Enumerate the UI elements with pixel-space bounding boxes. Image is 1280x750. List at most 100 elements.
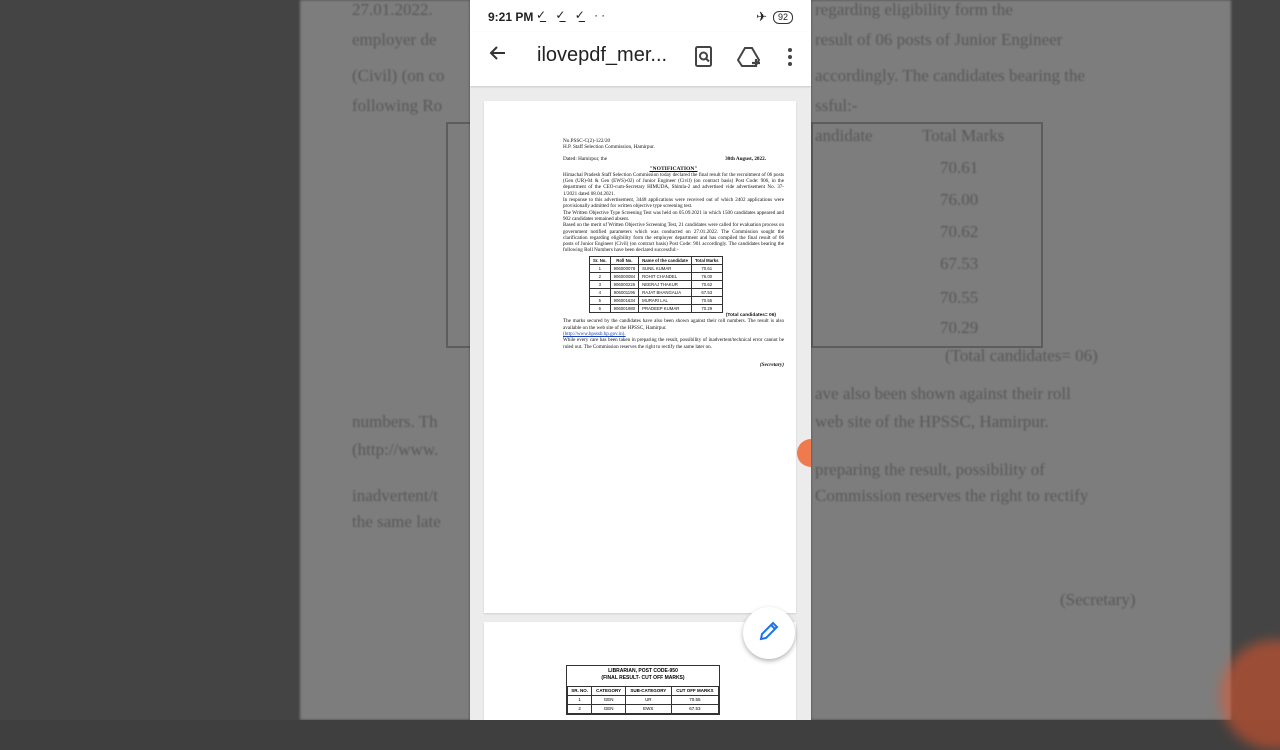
- background-text-line: following Ro: [352, 96, 443, 115]
- table-cell: UR: [624, 695, 672, 705]
- table-row: 1 906000078 SUNIL KUMAR 70.61: [589, 263, 723, 273]
- dated-value: 30th August, 2022.: [725, 155, 766, 162]
- table-cell: 6: [589, 304, 611, 314]
- table-cell: 906001634: [609, 296, 640, 306]
- background-text-line: regarding eligibility form the: [815, 0, 1013, 19]
- table-cell: 70.61: [690, 263, 723, 273]
- table-cell: 70.29: [690, 304, 723, 314]
- table-cell: 906001196: [609, 288, 640, 298]
- cutoff-title: LIBRARIAN, POST CODE-950: [608, 668, 678, 674]
- table-cell: 2: [566, 704, 593, 714]
- add-to-drive-icon[interactable]: [734, 42, 764, 72]
- battery-icon: 92: [772, 10, 793, 24]
- result-table: Sr. No. Roll No. Name of the candidate T…: [589, 255, 723, 314]
- table-header: Sr. No.: [589, 255, 611, 265]
- table-header: CUT OFF MARKS: [670, 686, 720, 696]
- table-header: SR. NO.: [566, 686, 593, 696]
- status-right: ✈ 92: [756, 9, 793, 25]
- background-text-line: result of 06 posts of Junior Engineer: [815, 30, 1063, 49]
- table-cell: 76.00: [690, 271, 723, 282]
- table-cell: 906000226: [609, 280, 640, 290]
- cutoff-table: SR. NO. CATEGORY SUB-CATEGORY CUT OFF MA…: [566, 686, 720, 714]
- table-row: 3 906000226 NEERAJ THAKUR 70.62: [589, 280, 723, 290]
- background-table-left: [446, 122, 472, 348]
- table-header: SUB-CATEGORY: [624, 686, 672, 696]
- table-cell: 67.53: [670, 704, 720, 714]
- table-cell: 67.53: [690, 288, 723, 298]
- background-text-line: employer de: [352, 30, 437, 49]
- search-document-icon[interactable]: [689, 42, 719, 72]
- paragraph-5: The marks secured by the candidates have…: [563, 318, 784, 331]
- table-cell: 4: [589, 288, 611, 298]
- status-time: 9:21 PM: [488, 10, 534, 24]
- touch-indicator-dot: [797, 439, 811, 467]
- airplane-icon: ✈: [756, 9, 767, 24]
- background-text-line: accordingly. The candidates bearing the: [815, 66, 1085, 85]
- table-cell: 70.62: [690, 280, 723, 290]
- table-cell: GEN: [591, 695, 626, 705]
- table-cell: 2: [589, 271, 611, 282]
- table-row: 6 906001980 PRADEEP KUMAR 70.29: [589, 304, 723, 314]
- background-text-line: Commission reserves the right to rectify: [815, 486, 1089, 505]
- table-cell: SUNIL KUMAR: [638, 263, 692, 273]
- dated-label: Dated: Hamirpur, the: [563, 155, 608, 162]
- table-row: 2 GEN EWS 67.53: [566, 704, 720, 714]
- background-text-line: ave also been shown against their roll: [815, 384, 1071, 403]
- table-header: Roll No.: [609, 255, 640, 265]
- dated-line: Dated: Hamirpur, the 30th August, 2022.: [563, 156, 784, 162]
- more-options-icon[interactable]: [775, 42, 805, 72]
- table-cell: 906000084: [609, 271, 640, 282]
- paragraph-6: While every care has been taken in prepa…: [563, 337, 784, 350]
- background-text-line: numbers. Th: [352, 412, 438, 431]
- pencil-icon: [758, 620, 780, 647]
- paragraph-1: Himachal Pradesh Staff Selection Commiss…: [563, 171, 784, 197]
- back-arrow-icon[interactable]: [484, 42, 512, 70]
- cutoff-table-box: LIBRARIAN, POST CODE-950 (FINAL RESULT- …: [566, 665, 720, 715]
- background-text-line: 27.01.2022.: [352, 0, 433, 19]
- background-text-line: (http://www.: [352, 440, 439, 459]
- table-cell: NEERAJ THAKUR: [638, 280, 692, 290]
- paragraph-4: Based on the merit of Written Objective …: [563, 222, 784, 254]
- table-cell: 5: [589, 296, 611, 306]
- table-cell: ROHIT CHANDEL: [638, 271, 692, 282]
- table-row: 2 906000084 ROHIT CHANDEL 76.00: [589, 271, 723, 282]
- table-cell: EWS: [624, 704, 672, 714]
- edit-fab[interactable]: [743, 607, 795, 659]
- table-cell: GEN: [591, 704, 626, 714]
- table-cell: PRADEEP KUMAR: [638, 304, 692, 314]
- background-text-line: the same late: [352, 512, 441, 531]
- signature: (Secretary): [759, 361, 784, 368]
- notification-icons: ✓̲ ✓̲ ✓̲ ··: [536, 8, 609, 22]
- table-header: Name of the candidate: [638, 255, 692, 265]
- table-row: 5 906001634 MURARI LAL 70.55: [589, 296, 723, 306]
- notification-document: No.PSSC-C(2)-122/20 H.P. Staff Selection…: [563, 138, 784, 368]
- background-text-line: (Total candidates= 06): [945, 346, 1098, 365]
- background-text-line: preparing the result, possibility of: [815, 460, 1045, 479]
- table-row: 1 GEN UR 70.55: [566, 695, 720, 705]
- table-cell: 70.55: [670, 695, 720, 705]
- background-table-right: [811, 122, 1043, 348]
- background-text-line: web site of the HPSSC, Hamirpur.: [815, 412, 1049, 431]
- background-text-line: (Secretary): [1060, 590, 1136, 609]
- table-cell: 3: [589, 280, 611, 290]
- table-cell: 1: [566, 695, 593, 705]
- background-text-line: inadvertent/t: [352, 486, 438, 505]
- document-title: ilovepdf_mer...: [537, 44, 668, 66]
- table-cell: RAJAT BHANGALIA: [638, 288, 692, 298]
- cutoff-subtitle: (FINAL RESULT- CUT OFF MARKS): [601, 675, 685, 681]
- background-text-line: (Civil) (on co: [352, 66, 445, 85]
- table-cell: MURARI LAL: [638, 296, 692, 306]
- pdf-page-1: No.PSSC-C(2)-122/20 H.P. Staff Selection…: [484, 101, 796, 613]
- table-cell: 70.55: [690, 296, 723, 306]
- phone-screen: 9:21 PM ✓̲ ✓̲ ✓̲ ·· ✈ 92 ilovepdf_mer...…: [470, 0, 811, 720]
- paragraph-2: In response to this advertisement, 3448 …: [563, 197, 784, 210]
- app-bar: ilovepdf_mer...: [470, 32, 811, 86]
- table-header: CATEGORY: [591, 686, 626, 696]
- status-bar: 9:21 PM ✓̲ ✓̲ ✓̲ ·· ✈ 92: [470, 0, 811, 32]
- background-text-line: ssful:-: [815, 96, 858, 115]
- table-row: 4 906001196 RAJAT BHANGALIA 67.53: [589, 288, 723, 298]
- table-cell: 1: [589, 263, 611, 273]
- table-cell: 906000078: [609, 263, 640, 273]
- table-header: Total Marks: [690, 255, 723, 265]
- paragraph-3: The Written Objective Type Screening Tes…: [563, 209, 784, 222]
